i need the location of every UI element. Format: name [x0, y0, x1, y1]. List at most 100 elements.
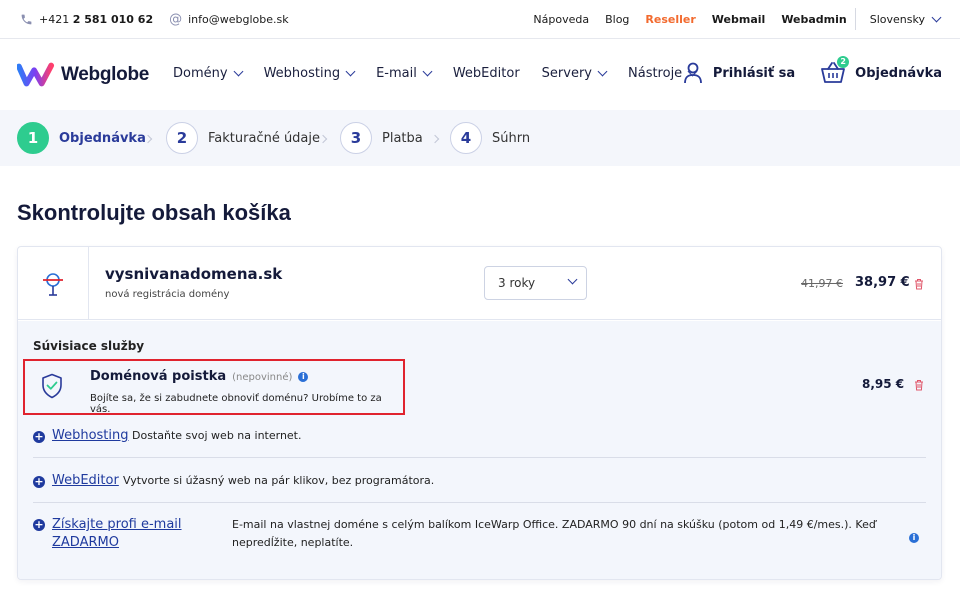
step-number: 3 [340, 122, 372, 154]
chevron-down-icon [931, 12, 942, 22]
logo-text: Webglobe [61, 64, 150, 85]
step-number: 2 [166, 122, 198, 154]
divider [33, 502, 926, 503]
service-webeditor: + WebEditor Vytvorte si úžasný web na pá… [33, 472, 926, 492]
nav-webeditor[interactable]: WebEditor [453, 66, 520, 81]
chevron-right-icon [318, 134, 328, 144]
insurance-price: 8,95 € [862, 377, 905, 391]
nav-label: Webhosting [263, 66, 341, 81]
service-webhosting: + Webhosting Dostaňte svoj web na intern… [33, 427, 926, 447]
at-icon: @ [169, 11, 183, 27]
nav-label: WebEditor [452, 66, 520, 81]
step-fakturacne-udaje: 2 Fakturačné údaje [166, 122, 320, 154]
related-services: Súvisiace služby Doménová poistka (nepovi… [18, 321, 941, 579]
email-link-line2: ZADARMO [52, 535, 119, 550]
plus-circle-icon[interactable]: + [33, 476, 45, 488]
cart-label: Objednávka [855, 65, 942, 81]
nav-domeny[interactable]: Domény [173, 66, 244, 81]
chevron-down-icon [233, 66, 244, 77]
nav-label: Servery [541, 66, 592, 81]
webglobe-logo-icon [17, 62, 55, 87]
step-label: Platba [382, 130, 423, 146]
nav-label: Domény [173, 66, 228, 81]
info-icon[interactable]: i [298, 372, 309, 382]
insurance-description: Bojíte sa, že si zabudnete obnoviť domén… [90, 393, 382, 415]
phone-icon [20, 13, 33, 26]
nav-email[interactable]: E-mail [376, 66, 433, 81]
language-label: Slovensky [869, 12, 925, 26]
main-header: Webglobe Domény Webhosting E-mail WebEdi… [0, 40, 960, 110]
email-link-line1: Získajte profi e-mail [52, 517, 182, 532]
divider [33, 457, 926, 458]
page-title: Skontrolujte obsah košíka [17, 200, 291, 225]
nav-webhosting[interactable]: Webhosting [263, 66, 356, 81]
shield-check-icon [42, 373, 62, 399]
optional-label: (nepovinné) [232, 372, 293, 383]
webhosting-description: Dostaňte svoj web na internet. [132, 429, 302, 442]
domain-icon [43, 272, 63, 296]
service-email: + Získajte profi e-mail ZADARMO E-mail na… [33, 516, 926, 556]
item-price: 38,97 € [855, 275, 910, 290]
chevron-right-icon [430, 134, 440, 144]
info-icon[interactable]: i [909, 533, 919, 543]
cart-button[interactable]: 2 Objednávka [821, 56, 942, 84]
checkout-steps: 1 Objednávka 2 Fakturačné údaje 3 Platba… [0, 110, 960, 166]
contact-info: +421 2 581 010 62 @ info@webglobe.sk [20, 0, 289, 38]
period-value: 3 roky [498, 276, 536, 290]
step-platba: 3 Platba [340, 122, 423, 154]
webeditor-description: Vytvorte si úžasný web na pár klikov, be… [123, 474, 435, 487]
cart-count-badge: 2 [837, 56, 850, 68]
top-bar: +421 2 581 010 62 @ info@webglobe.sk Náp… [0, 0, 960, 39]
webhosting-link[interactable]: Webhosting [52, 428, 129, 443]
main-nav: Domény Webhosting E-mail WebEditor Serve… [173, 66, 718, 81]
cart-card: vysnivanadomena.sk nová registrácia domé… [17, 246, 942, 580]
login-label: Prihlásiť sa [712, 65, 796, 81]
webeditor-link[interactable]: WebEditor [52, 473, 119, 488]
link-blog[interactable]: Blog [605, 13, 629, 26]
old-price: 41,97 € [801, 277, 843, 290]
nav-label: E-mail [376, 66, 417, 81]
login-button[interactable]: Prihlásiť sa [683, 62, 795, 84]
plus-circle-icon[interactable]: + [33, 431, 45, 443]
item-icon-cell [18, 247, 89, 320]
trash-icon[interactable] [914, 278, 924, 290]
chevron-down-icon [422, 66, 433, 77]
link-webadmin[interactable]: Webadmin [781, 13, 846, 26]
phone-number[interactable]: +421 2 581 010 62 [39, 13, 153, 26]
domain-insurance-option[interactable]: Doménová poistka (nepovinné) i Bojíte sa, … [23, 359, 405, 415]
language-selector[interactable]: Slovensky [869, 12, 942, 26]
insurance-title: Doménová poistka (nepovinné) i [90, 369, 309, 384]
divider [854, 8, 856, 30]
top-links: Nápoveda Blog Reseller Webmail Webadmin … [517, 0, 942, 38]
link-reseller[interactable]: Reseller [645, 13, 695, 26]
chevron-down-icon [567, 274, 578, 285]
trash-icon[interactable] [914, 379, 924, 391]
step-suhrn: 4 Súhrn [450, 122, 530, 154]
step-label: Súhrn [492, 130, 531, 146]
email-description: E-mail na vlastnej doméne s celým balíko… [232, 518, 876, 549]
nav-servery[interactable]: Servery [541, 66, 608, 81]
logo[interactable]: Webglobe [17, 62, 149, 88]
cart-icon: 2 [821, 56, 850, 84]
nav-label: Nástroje [628, 66, 683, 81]
plus-circle-icon[interactable]: + [33, 519, 45, 531]
email-link[interactable]: info@webglobe.sk [188, 13, 289, 26]
header-actions: Prihlásiť sa 2 Objednávka [683, 56, 942, 84]
email-link[interactable]: Získajte profi e-mail ZADARMO [52, 516, 182, 552]
period-select[interactable]: 3 roky [484, 266, 587, 300]
user-icon [683, 62, 702, 84]
chevron-down-icon [597, 66, 608, 77]
domain-name: vysnivanadomena.sk [105, 265, 283, 283]
link-webmail[interactable]: Webmail [712, 13, 766, 26]
cart-item-row: vysnivanadomena.sk nová registrácia domé… [18, 247, 941, 320]
insurance-name: Doménová poistka [90, 369, 227, 384]
related-title: Súvisiace služby [33, 339, 145, 353]
step-number: 1 [17, 122, 49, 154]
step-objednavka: 1 Objednávka [17, 122, 146, 154]
step-label: Objednávka [59, 130, 146, 146]
step-number: 4 [450, 122, 482, 154]
domain-subtitle: nová registrácia domény [105, 289, 230, 300]
chevron-down-icon [345, 66, 356, 77]
step-label: Fakturačné údaje [208, 130, 321, 146]
link-napoveda[interactable]: Nápoveda [533, 13, 589, 26]
